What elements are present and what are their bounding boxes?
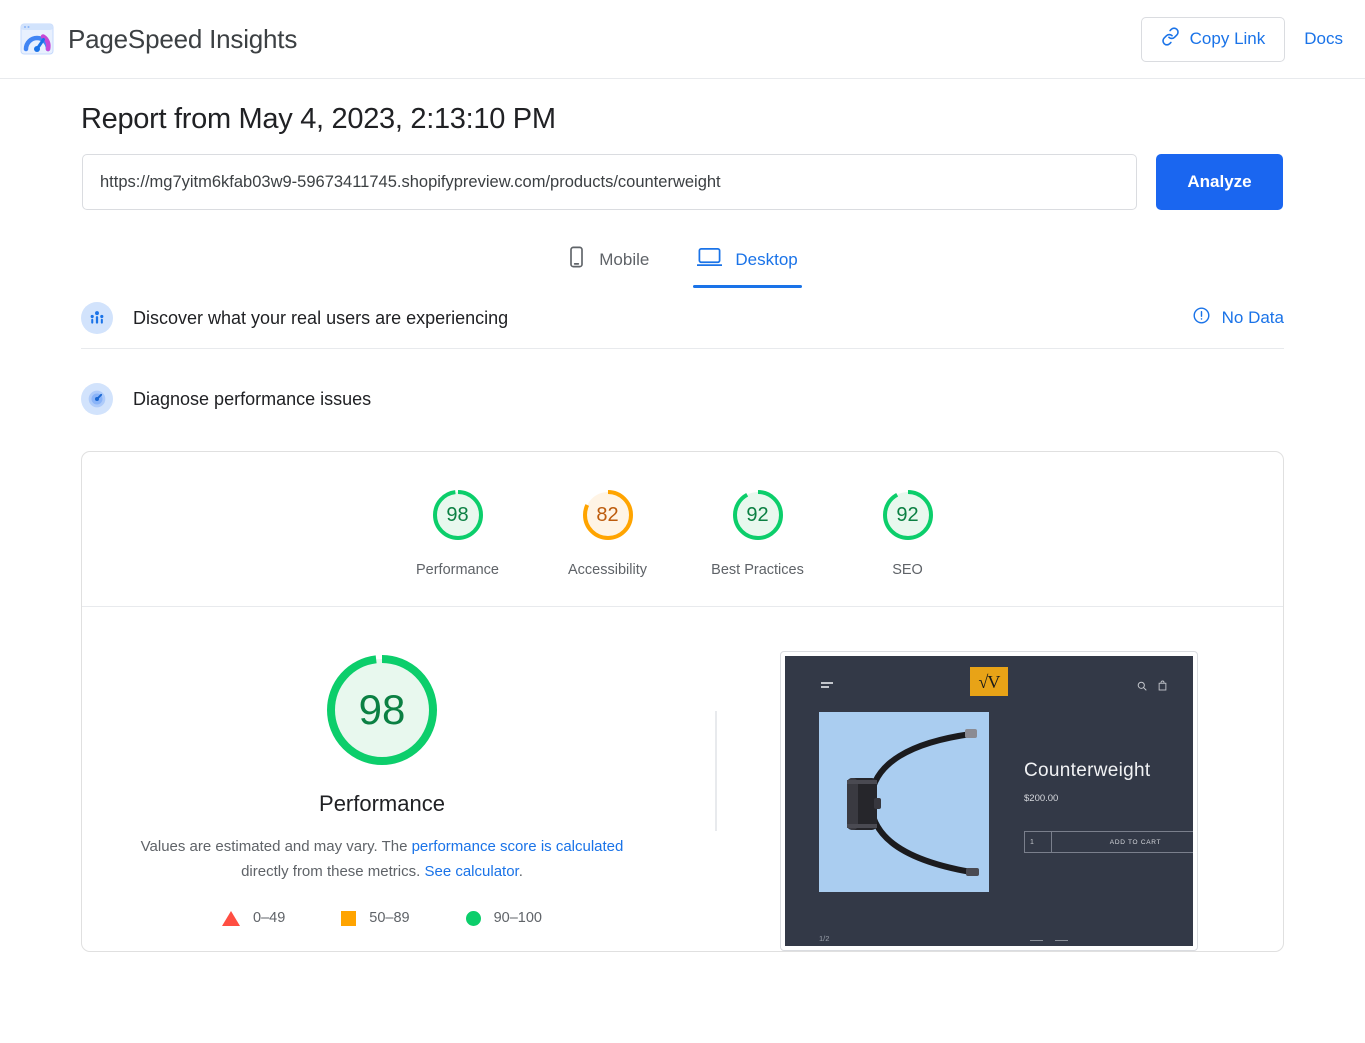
link-icon: [1161, 27, 1180, 51]
legend-range-high: 90–100: [493, 910, 542, 926]
arrow-left-icon: [1030, 939, 1043, 941]
header-actions: Copy Link Docs: [1140, 16, 1343, 62]
page-content: Report from May 4, 2023, 2:13:10 PM Anal…: [0, 79, 1365, 952]
search-icon: [1137, 678, 1147, 696]
score-value-accessibility: 82: [596, 503, 619, 526]
gallery-pagination: 1/2: [819, 934, 830, 943]
score-value-seo: 92: [896, 503, 919, 526]
screenshot-topbar: √V: [785, 656, 1193, 712]
circle-icon: [465, 910, 481, 926]
store-logo-icon: √V: [970, 667, 1008, 696]
performance-summary: 98 Performance Values are estimated and …: [82, 607, 1283, 951]
copy-link-label: Copy Link: [1189, 29, 1266, 48]
diagnose-icon: [81, 383, 113, 415]
gauge-ring-accessibility: 82: [579, 486, 637, 544]
screenshot-body: Counterweight $200.00 1 ADD TO CART: [785, 712, 1193, 892]
no-data-status[interactable]: No Data: [1192, 306, 1284, 330]
score-label-best-practices: Best Practices: [711, 562, 804, 578]
gauge-ring-seo: 92: [879, 486, 937, 544]
url-input[interactable]: [82, 154, 1137, 210]
arrow-right-icon: [1055, 939, 1068, 941]
score-gauges: 98 Performance 82 Accessibility 92 Best …: [82, 452, 1283, 606]
score-label-performance: Performance: [415, 562, 499, 578]
lab-data-section: Diagnose performance issues: [81, 349, 1284, 429]
score-gauge-seo[interactable]: 92 SEO: [833, 486, 983, 578]
product-title: Counterweight: [1024, 760, 1151, 781]
add-to-cart-row[interactable]: 1 ADD TO CART: [1024, 831, 1193, 853]
score-label-seo: SEO: [892, 562, 923, 578]
mobile-icon: [567, 246, 586, 273]
product-price: $200.00: [1024, 793, 1059, 804]
app-header: PageSpeed Insights Copy Link Docs: [0, 0, 1365, 79]
score-value-best-practices: 92: [746, 503, 769, 526]
tab-mobile-label: Mobile: [599, 249, 650, 269]
tab-desktop[interactable]: Desktop: [693, 240, 803, 288]
performance-score-link[interactable]: performance score is calculated: [412, 838, 624, 855]
docs-link[interactable]: Docs: [1304, 29, 1343, 49]
brand: PageSpeed Insights: [19, 21, 297, 57]
performance-title: Performance: [319, 791, 445, 816]
device-tabs: Mobile Desktop: [0, 240, 1365, 288]
quantity-input[interactable]: 1: [1025, 832, 1052, 852]
screenshot-canvas: √V Counterweight $200.00 1 ADD TO CART 1…: [785, 656, 1193, 946]
url-form: Analyze: [82, 154, 1283, 210]
tab-mobile[interactable]: Mobile: [563, 240, 653, 288]
legend-item-high: 90–100: [465, 910, 542, 926]
legend-range-medium: 50–89: [369, 910, 410, 926]
gauge-ring-performance-large: 98: [323, 651, 441, 769]
shopping-bag-icon: [1158, 678, 1167, 696]
triangle-icon: [222, 910, 240, 926]
gallery-arrows: [1030, 939, 1068, 941]
score-gauge-best-practices[interactable]: 92 Best Practices: [683, 486, 833, 578]
gauge-ring-performance: 98: [429, 486, 487, 544]
legend-item-medium: 50–89: [341, 910, 410, 926]
performance-left: 98 Performance Values are estimated and …: [82, 651, 682, 951]
desc-text-2: directly from these metrics.: [241, 863, 425, 880]
pagespeed-logo-icon: [19, 21, 55, 57]
analyze-button[interactable]: Analyze: [1156, 154, 1283, 210]
product-info: Counterweight $200.00 1 ADD TO CART: [1024, 712, 1193, 892]
see-calculator-link[interactable]: See calculator: [424, 863, 518, 880]
report-card: 98 Performance 82 Accessibility 92 Best …: [81, 451, 1284, 952]
product-image: [819, 712, 989, 892]
score-gauge-accessibility[interactable]: 82 Accessibility: [533, 486, 683, 578]
app-title: PageSpeed Insights: [68, 23, 298, 54]
add-to-cart-button[interactable]: ADD TO CART: [1052, 832, 1193, 852]
page-screenshot: √V Counterweight $200.00 1 ADD TO CART 1…: [780, 651, 1198, 951]
score-gauge-performance[interactable]: 98 Performance: [383, 486, 533, 578]
field-data-section: Discover what your real users are experi…: [81, 288, 1284, 348]
score-value-performance: 98: [446, 503, 469, 526]
no-data-label: No Data: [1221, 308, 1284, 327]
square-icon: [341, 910, 357, 926]
hamburger-menu-icon: [821, 682, 833, 690]
lab-data-label: Diagnose performance issues: [133, 388, 372, 409]
screenshot-header-icons: [1137, 678, 1167, 696]
desc-text-3: .: [518, 863, 523, 880]
tab-desktop-label: Desktop: [735, 249, 798, 269]
desc-text-1: Values are estimated and may vary. The: [140, 838, 412, 855]
field-data-label: Discover what your real users are experi…: [133, 307, 509, 328]
score-label-accessibility: Accessibility: [568, 562, 647, 578]
score-legend: 0–49 50–89 90–100: [222, 910, 542, 926]
performance-description: Values are estimated and may vary. The p…: [137, 834, 627, 884]
copy-link-button[interactable]: Copy Link: [1140, 16, 1286, 62]
info-circle-icon: [1192, 306, 1211, 330]
page-title: Report from May 4, 2023, 2:13:10 PM: [81, 103, 556, 135]
legend-range-low: 0–49: [253, 910, 286, 926]
gauge-ring-best-practices: 92: [729, 486, 787, 544]
real-users-icon: [81, 302, 113, 334]
performance-score-value: 98: [358, 686, 406, 733]
vertical-divider: [715, 711, 717, 831]
legend-item-low: 0–49: [222, 910, 285, 926]
desktop-icon: [696, 246, 723, 273]
